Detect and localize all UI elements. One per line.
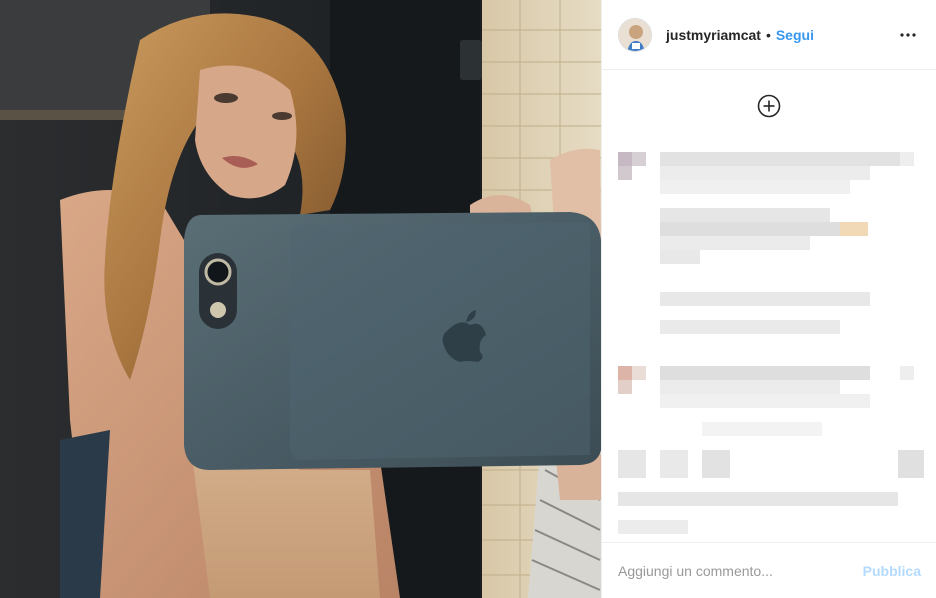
blurred-line: [702, 422, 822, 436]
plus-circle-icon[interactable]: [757, 94, 781, 118]
blurred-line: [660, 222, 840, 236]
post-photo-image: [0, 0, 601, 598]
post-sidebar: justmyriamcat • Segui Aggiungi un commen…: [601, 0, 936, 598]
blurred-block: [618, 450, 646, 478]
avatar-image: [619, 18, 651, 51]
separator-dot: •: [765, 26, 771, 43]
blurred-line: [660, 236, 810, 250]
blurred-line: [618, 492, 898, 506]
blurred-block: [900, 366, 914, 380]
blurred-line: [660, 180, 850, 194]
blurred-line: [660, 380, 840, 394]
blurred-line: [660, 394, 870, 408]
blurred-block: [840, 222, 868, 236]
comments-pixelated: [602, 142, 936, 542]
blurred-avatar: [618, 152, 632, 166]
blurred-block: [898, 450, 924, 478]
username-link[interactable]: justmyriamcat: [666, 27, 761, 43]
blurred-line: [660, 152, 900, 166]
blurred-line: [660, 292, 870, 306]
blurred-block: [702, 450, 730, 478]
follow-button[interactable]: Segui: [776, 27, 814, 43]
blurred-block: [618, 166, 632, 180]
avatar[interactable]: [618, 17, 652, 52]
blurred-line: [660, 320, 840, 334]
blurred-avatar: [618, 366, 632, 380]
blurred-block: [900, 152, 914, 166]
more-options-icon[interactable]: [896, 23, 920, 47]
add-comment-bar: Pubblica: [602, 542, 936, 598]
instagram-post: justmyriamcat • Segui Aggiungi un commen…: [0, 0, 936, 598]
blurred-block: [618, 380, 632, 394]
add-section: [602, 70, 936, 142]
blurred-line: [660, 366, 870, 380]
post-photo[interactable]: [0, 0, 601, 598]
blurred-block: [660, 450, 688, 478]
blurred-line: [618, 520, 688, 534]
blurred-block: [632, 152, 646, 166]
blurred-block: [632, 366, 646, 380]
post-header: justmyriamcat • Segui: [602, 0, 936, 70]
comment-input[interactable]: [618, 562, 863, 579]
blurred-line: [660, 166, 870, 180]
blurred-line: [660, 250, 700, 264]
blurred-line: [660, 208, 830, 222]
publish-button[interactable]: Pubblica: [863, 563, 921, 579]
